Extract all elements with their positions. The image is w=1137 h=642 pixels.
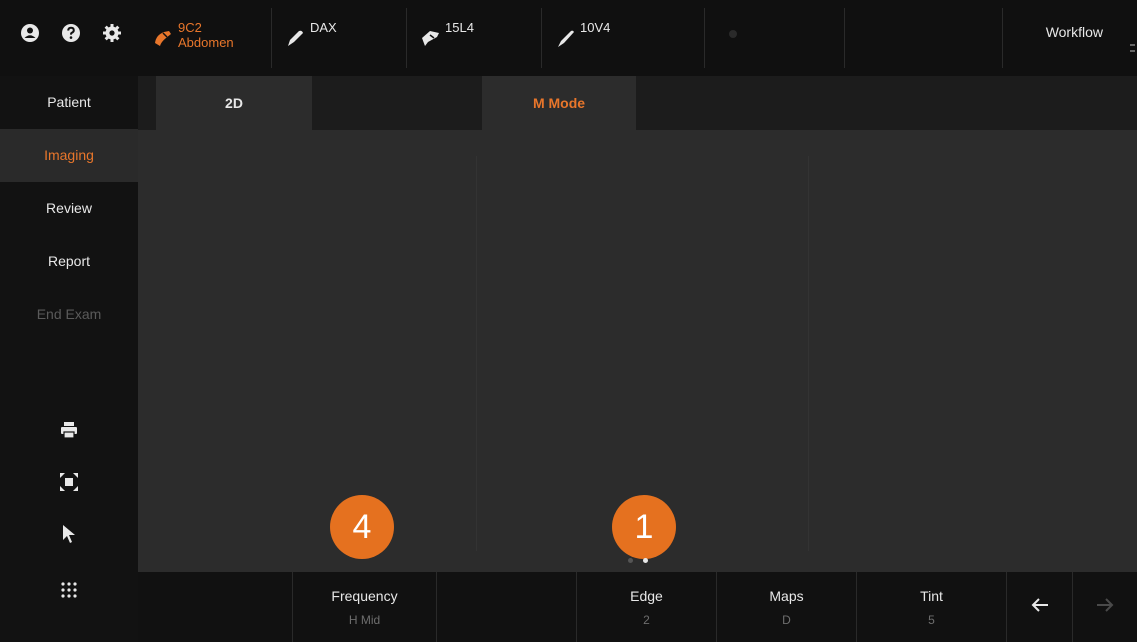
probe-name: DAX — [310, 20, 337, 35]
probe-name: 9C2 — [178, 20, 202, 35]
empty-control-slot — [436, 572, 576, 642]
workflow-button[interactable]: Workflow — [1046, 24, 1103, 40]
pointer-button[interactable] — [0, 510, 138, 562]
imaging-panel: 2D M Mode 4 1 — [138, 76, 1137, 572]
fullscreen-icon — [59, 472, 79, 497]
control-value: D — [782, 613, 791, 627]
sidebar-item-patient[interactable]: Patient — [0, 76, 138, 129]
vector-probe-icon — [554, 26, 576, 48]
sidebar-item-end-exam: End Exam — [36, 306, 102, 322]
page-dot-current[interactable] — [643, 558, 648, 563]
probe-preset: Abdomen — [178, 35, 234, 50]
settings-icon[interactable] — [101, 22, 123, 44]
grid-icon — [61, 581, 77, 603]
probe-10v4[interactable]: 10V4 — [542, 8, 705, 68]
probe-name: 10V4 — [580, 20, 611, 35]
pencil-probe-icon — [284, 26, 306, 48]
apps-grid-button[interactable] — [0, 572, 138, 612]
curved-probe-icon — [152, 26, 174, 48]
empty-control-slot — [138, 572, 292, 642]
empty-slot-dot — [729, 30, 737, 38]
print-button[interactable] — [0, 406, 138, 458]
arrow-right-icon — [1096, 597, 1114, 617]
control-label: Edge — [630, 588, 663, 604]
column-divider — [476, 156, 477, 551]
sidebar-item-imaging[interactable]: Imaging — [0, 129, 138, 182]
next-page-button — [1072, 572, 1137, 642]
control-label: Maps — [769, 588, 804, 604]
frequency-control[interactable]: Frequency H Mid — [292, 572, 436, 642]
fullscreen-button[interactable] — [0, 458, 138, 510]
sidebar-tools — [0, 406, 138, 562]
mode-tabs: 2D M Mode — [138, 76, 1137, 130]
empty-probe-slot — [705, 8, 845, 68]
tint-control[interactable]: Tint 5 — [856, 572, 1006, 642]
pointer-icon — [61, 524, 77, 549]
control-label: Frequency — [331, 588, 398, 604]
top-icon-group — [0, 0, 140, 76]
column-divider — [808, 156, 809, 551]
control-value: 2 — [643, 613, 650, 627]
tab-2d[interactable]: 2D — [156, 76, 312, 130]
probe-9c2[interactable]: 9C2 Abdomen — [140, 8, 272, 68]
probe-name: 15L4 — [445, 20, 474, 35]
arrow-left-icon — [1031, 597, 1049, 617]
control-value: 5 — [928, 613, 935, 627]
callout-badge-4: 4 — [330, 495, 394, 559]
empty-probe-slot — [845, 8, 1003, 68]
menu-handle-icon[interactable] — [1130, 44, 1135, 52]
sidebar-item-report[interactable]: Report — [0, 235, 138, 288]
edge-control[interactable]: Edge 2 — [576, 572, 716, 642]
callout-badge-1: 1 — [612, 495, 676, 559]
control-value: H Mid — [348, 613, 381, 627]
help-icon[interactable] — [60, 22, 82, 44]
probe-dax[interactable]: DAX — [272, 8, 407, 68]
linear-probe-icon — [419, 26, 441, 48]
tab-m-mode[interactable]: M Mode — [482, 76, 636, 130]
top-bar: 9C2 Abdomen DAX 15L4 10V4 Workflow — [0, 0, 1137, 76]
user-icon[interactable] — [19, 22, 41, 44]
control-bar: Frequency H Mid Edge 2 Maps D Tint 5 — [138, 572, 1137, 642]
sidebar-item-review[interactable]: Review — [0, 182, 138, 235]
page-indicator[interactable] — [628, 558, 648, 563]
maps-control[interactable]: Maps D — [716, 572, 856, 642]
previous-page-button[interactable] — [1006, 572, 1072, 642]
probe-15l4[interactable]: 15L4 — [407, 8, 542, 68]
page-dot[interactable] — [628, 558, 633, 563]
sidebar: Patient Imaging Review Report End Exam — [0, 76, 138, 642]
control-label: Tint — [920, 588, 943, 604]
print-icon — [60, 421, 78, 444]
